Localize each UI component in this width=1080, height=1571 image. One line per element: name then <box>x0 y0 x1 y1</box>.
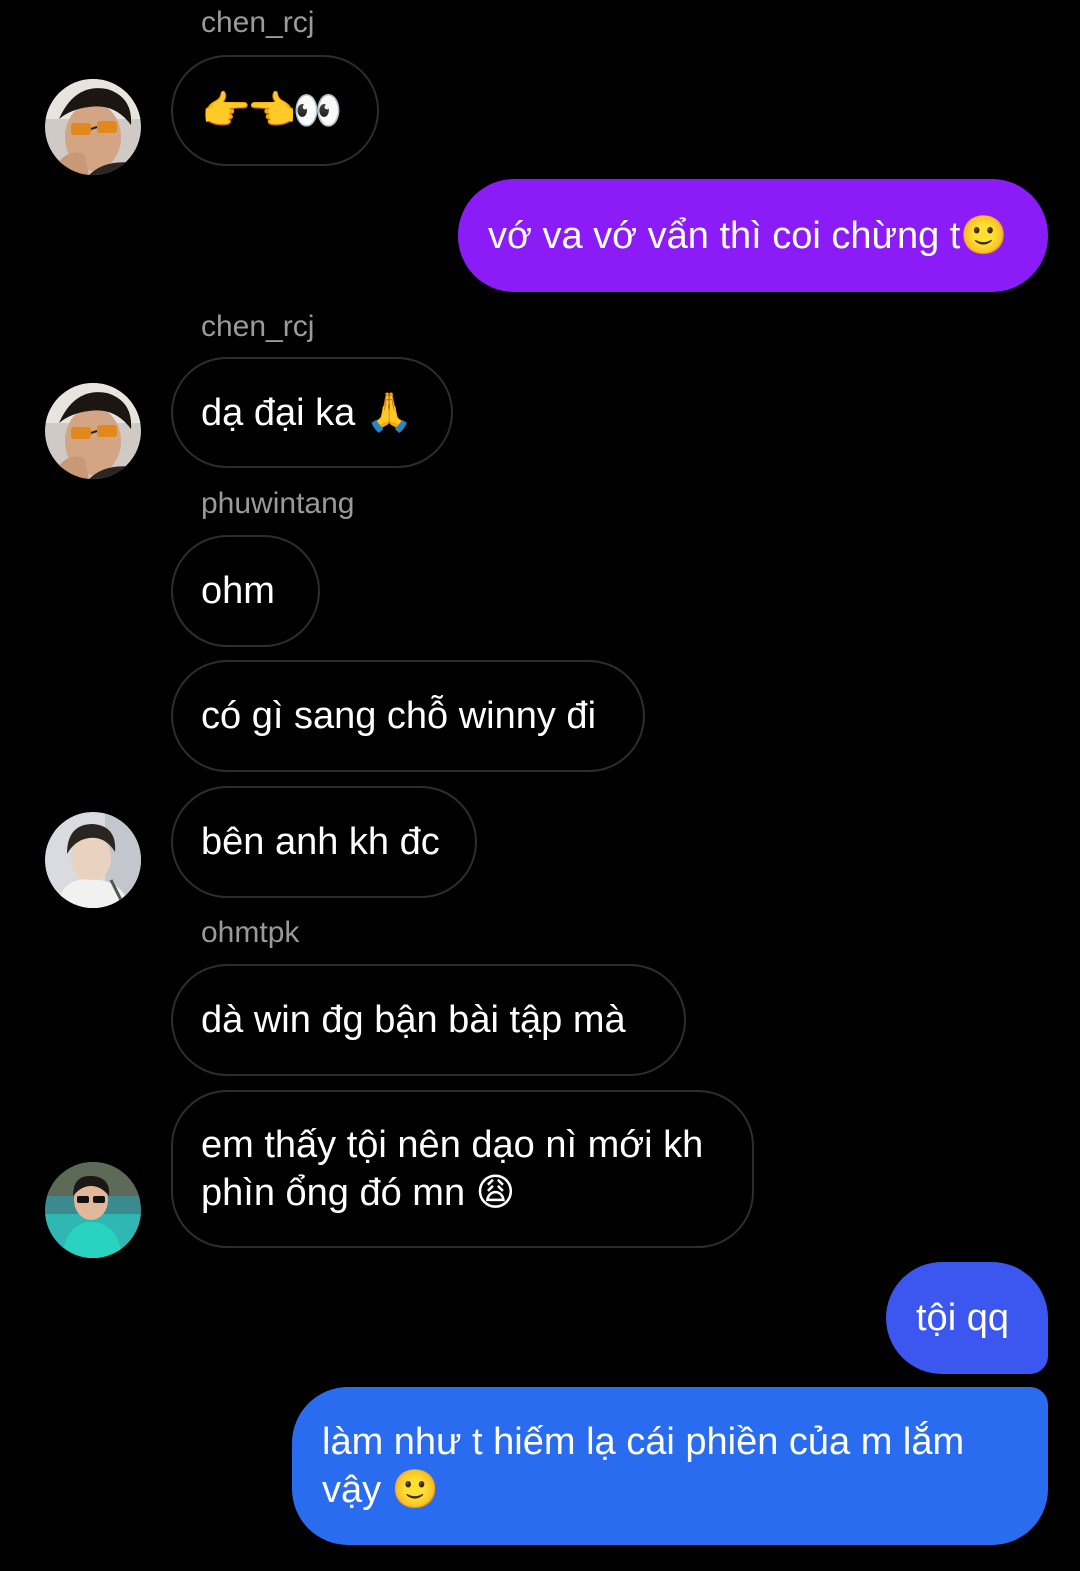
avatar-chen-rcj[interactable] <box>45 79 141 175</box>
sender-name: phuwintang <box>201 487 355 520</box>
message-text: dà win đg bận bài tập mà <box>201 999 626 1041</box>
message-bubble-incoming[interactable]: dạ đại ka 🙏 <box>171 357 453 468</box>
message-text: em thấy tội nên dạo nì mới kh phìn ổng đ… <box>201 1124 704 1214</box>
chat-thread[interactable]: chen_rcj 👉👈👀 vớ va vớ vẩn thì coi chừng … <box>0 0 1080 1571</box>
message-bubble-outgoing[interactable]: làm như t hiếm lạ cái phiền của m lắm vậ… <box>292 1387 1048 1545</box>
message-bubble-outgoing[interactable]: vớ va vớ vẩn thì coi chừng t🙂 <box>458 179 1048 292</box>
message-text: làm như t hiếm lạ cái phiền của m lắm vậ… <box>322 1421 965 1511</box>
message-bubble-incoming[interactable]: ohm <box>171 535 320 647</box>
sender-name: ohmtpk <box>201 916 300 949</box>
message-text: 👉👈👀 <box>201 88 342 133</box>
avatar-ohmtpk[interactable] <box>45 1162 141 1258</box>
message-bubble-outgoing[interactable]: tội qq <box>886 1262 1048 1374</box>
message-bubble-incoming[interactable]: bên anh kh đc <box>171 786 477 898</box>
message-bubble-incoming[interactable]: có gì sang chỗ winny đi <box>171 660 645 772</box>
message-bubble-incoming[interactable]: 👉👈👀 <box>171 55 379 166</box>
message-text: bên anh kh đc <box>201 821 440 863</box>
message-text: ohm <box>201 570 275 612</box>
avatar-chen-rcj[interactable] <box>45 383 141 479</box>
message-text: vớ va vớ vẩn thì coi chừng t🙂 <box>488 214 1008 257</box>
avatar-phuwintang[interactable] <box>45 812 141 908</box>
sender-name: chen_rcj <box>201 310 315 343</box>
message-text: tội qq <box>916 1297 1009 1339</box>
message-text: có gì sang chỗ winny đi <box>201 695 597 737</box>
sender-name: chen_rcj <box>201 6 315 39</box>
message-text: dạ đại ka 🙏 <box>201 391 414 434</box>
message-bubble-incoming[interactable]: dà win đg bận bài tập mà <box>171 964 686 1076</box>
message-bubble-incoming[interactable]: em thấy tội nên dạo nì mới kh phìn ổng đ… <box>171 1090 754 1248</box>
